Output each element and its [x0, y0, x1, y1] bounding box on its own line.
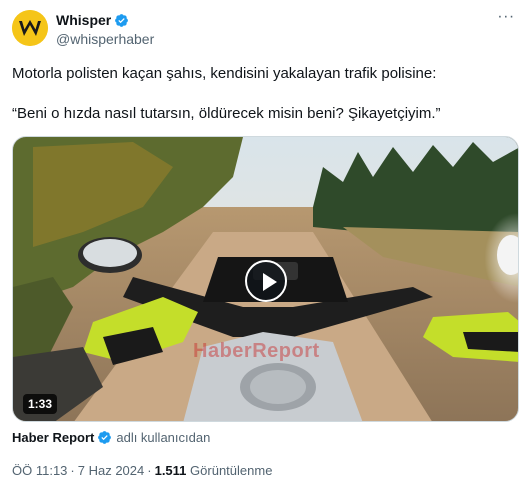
video-player[interactable]: HaberReport 1:33 [12, 136, 519, 422]
avatar[interactable] [12, 10, 48, 46]
author-names: Whisper @whisperhaber [56, 11, 154, 47]
author-handle[interactable]: @whisperhaber [56, 31, 154, 47]
tweet-meta: ÖÖ 11:13 · 7 Haz 2024 · 1.511 Görüntülenme [12, 463, 272, 478]
attribution-name[interactable]: Haber Report [12, 430, 94, 445]
separator-dot: · [147, 463, 152, 478]
display-name[interactable]: Whisper [56, 12, 111, 28]
tweet-date[interactable]: 7 Haz 2024 [78, 463, 145, 478]
tweet-card[interactable]: Whisper @whisperhaber ··· Motorla polist… [0, 0, 528, 492]
whisper-logo-icon [12, 10, 48, 46]
verified-badge-icon [97, 430, 112, 445]
more-options-icon[interactable]: ··· [496, 9, 516, 30]
tweet-text-line-2: “Beni o hızda nasıl tutarsın, öldürecek … [12, 105, 441, 122]
tweet-time[interactable]: ÖÖ 11:13 [12, 463, 67, 478]
video-attribution: Haber Report adlı kullanıcıdan [12, 428, 210, 446]
separator-dot: · [70, 463, 75, 478]
video-watermark: HaberReport [193, 340, 320, 362]
play-icon[interactable] [245, 260, 287, 302]
views-count: 1.511 [154, 463, 187, 478]
views-label: Görüntülenme [190, 463, 273, 478]
video-duration-badge: 1:33 [23, 394, 58, 414]
verified-badge-icon [114, 13, 129, 28]
tweet-text-line-1: Motorla polisten kaçan şahıs, kendisini … [12, 65, 437, 82]
attribution-suffix: adlı kullanıcıdan [116, 429, 211, 445]
tweet-header: Whisper @whisperhaber ··· [12, 9, 516, 50]
